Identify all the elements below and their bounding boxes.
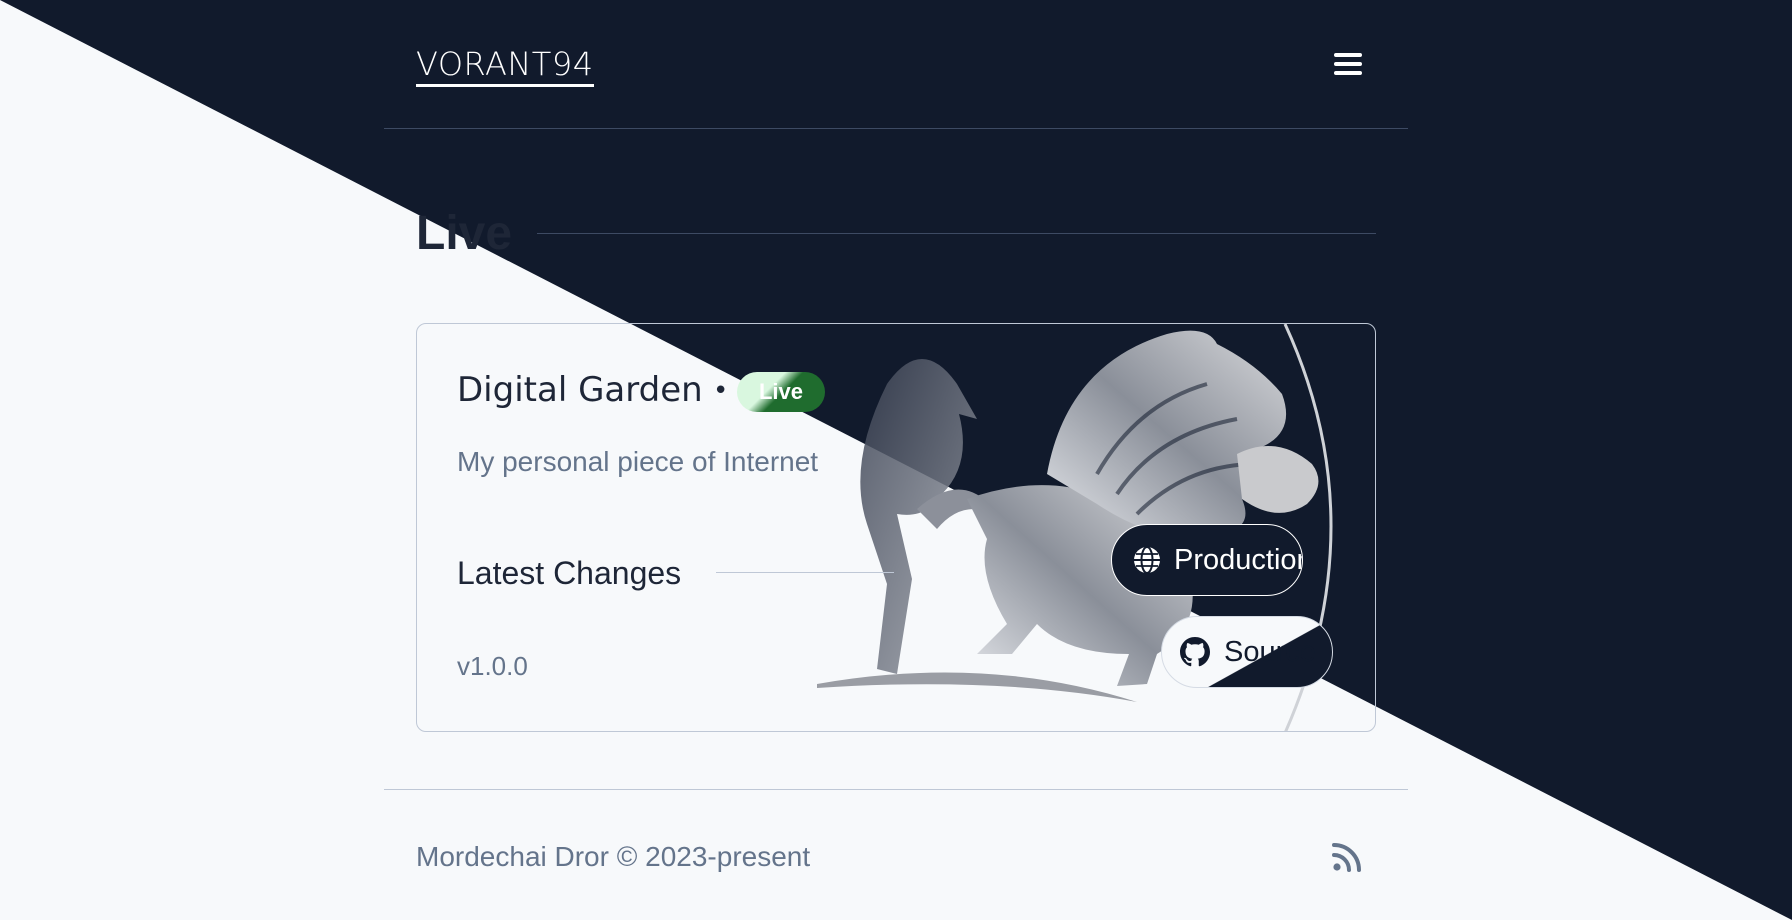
hamburger-icon-bar-bottom [1334,71,1362,75]
section-title-rule [537,233,1376,234]
source-link-button[interactable]: Source [1161,616,1333,688]
header-divider [384,128,1408,129]
site-logo[interactable]: VORANT94 [416,46,594,87]
project-card: Digital Garden • Live My personal piece … [416,323,1376,732]
live-status-badge: Live [737,372,825,412]
page-container: VORANT94 Live Digital Garden • Live My p… [384,0,1408,920]
title-separator-dot: • [713,376,729,406]
github-icon [1180,637,1210,667]
production-link-button[interactable]: Production [1111,524,1303,596]
footer-divider [384,789,1408,790]
globe-icon [1134,546,1160,574]
version-label: v1.0.0 [457,651,528,681]
latest-changes-rule [716,572,894,573]
production-link-label: Production [1174,544,1303,576]
source-link-label: Source [1224,636,1316,668]
rss-icon[interactable] [1332,842,1362,872]
hamburger-icon-bar-top [1334,53,1362,57]
latest-changes-heading: Latest Changes [457,555,682,591]
hamburger-menu-button[interactable] [1332,48,1364,80]
hamburger-icon-bar-middle [1334,62,1362,66]
project-title[interactable]: Digital Garden [457,370,703,410]
project-description: My personal piece of Internet [457,446,819,477]
site-header: VORANT94 [384,0,1408,129]
section-title: Live [416,207,513,260]
footer-copyright: Mordechai Dror © 2023-present [416,841,811,872]
